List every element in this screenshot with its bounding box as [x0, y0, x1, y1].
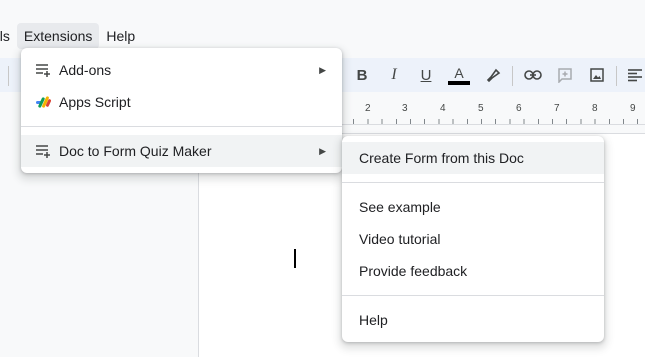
- menu-item-label: Apps Script: [59, 94, 131, 110]
- italic-button[interactable]: I: [381, 62, 407, 88]
- menu-item-help[interactable]: Help: [342, 304, 604, 336]
- quiz-maker-submenu: Create Form from this Doc See example Vi…: [342, 136, 604, 342]
- text-color-button[interactable]: A: [446, 62, 472, 88]
- menu-item-see-example[interactable]: See example: [342, 191, 604, 223]
- ruler-baseline: [340, 124, 645, 125]
- menu-tools[interactable]: ols: [0, 23, 17, 49]
- add-ons-icon: [36, 64, 50, 77]
- underline-button[interactable]: U: [413, 62, 439, 88]
- submenu-arrow-icon: ▶: [319, 145, 326, 156]
- add-on-app-icon: [36, 145, 50, 158]
- menu-extensions[interactable]: Extensions: [16, 23, 100, 49]
- toolbar-divider: [512, 66, 513, 86]
- ruler-number: 5: [478, 103, 484, 114]
- align-left-icon: [628, 69, 642, 82]
- menu-item-doc-to-form-quiz-maker[interactable]: Doc to Form Quiz Maker ▶: [21, 135, 342, 167]
- extensions-menu: Add-ons ▶ Apps Script Doc to Form Quiz M…: [21, 48, 342, 173]
- text-cursor: [294, 249, 296, 268]
- menu-item-label: See example: [359, 199, 441, 215]
- highlight-color-button[interactable]: [480, 62, 506, 88]
- menu-item-label: Doc to Form Quiz Maker: [59, 143, 212, 159]
- ruler-number: 6: [516, 103, 522, 114]
- menu-item-label: Provide feedback: [359, 263, 468, 279]
- ruler-number: 8: [592, 103, 598, 114]
- image-icon: [590, 68, 604, 82]
- menu-item-apps-script[interactable]: Apps Script: [21, 86, 342, 118]
- submenu-arrow-icon: ▶: [319, 64, 326, 75]
- ruler-number: 7: [554, 103, 560, 114]
- toolbar-divider: [8, 66, 9, 86]
- toolbar-divider: [616, 66, 617, 86]
- menu-item-provide-feedback[interactable]: Provide feedback: [342, 255, 604, 287]
- menu-item-label: Help: [359, 312, 388, 328]
- menu-item-label: Add-ons: [59, 62, 112, 78]
- menu-bar: ols Extensions Help: [0, 22, 645, 50]
- bold-button[interactable]: B: [349, 62, 375, 88]
- align-left-button[interactable]: [622, 62, 645, 88]
- ruler-number: 9: [630, 103, 636, 114]
- apps-script-icon: [36, 96, 51, 108]
- highlighter-icon: [486, 68, 501, 83]
- menu-item-add-ons[interactable]: Add-ons ▶: [21, 54, 342, 86]
- link-icon: [524, 70, 542, 80]
- comment-add-icon: [558, 68, 572, 83]
- insert-link-button[interactable]: [520, 62, 546, 88]
- ruler-number: 3: [402, 103, 408, 114]
- menu-item-create-form[interactable]: Create Form from this Doc: [342, 142, 604, 174]
- menu-item-video-tutorial[interactable]: Video tutorial: [342, 223, 604, 255]
- menu-divider: [342, 295, 604, 296]
- menu-item-label: Create Form from this Doc: [359, 150, 524, 166]
- menu-item-label: Video tutorial: [359, 231, 441, 247]
- ruler-number: 2: [365, 103, 371, 114]
- text-color-label: A: [454, 64, 464, 81]
- add-comment-button[interactable]: [552, 62, 578, 88]
- menu-divider: [342, 182, 604, 183]
- insert-image-button[interactable]: [584, 62, 610, 88]
- menu-divider: [21, 126, 342, 127]
- ruler-number: 4: [440, 103, 446, 114]
- menu-help[interactable]: Help: [99, 23, 142, 49]
- text-color-bar: [448, 80, 470, 85]
